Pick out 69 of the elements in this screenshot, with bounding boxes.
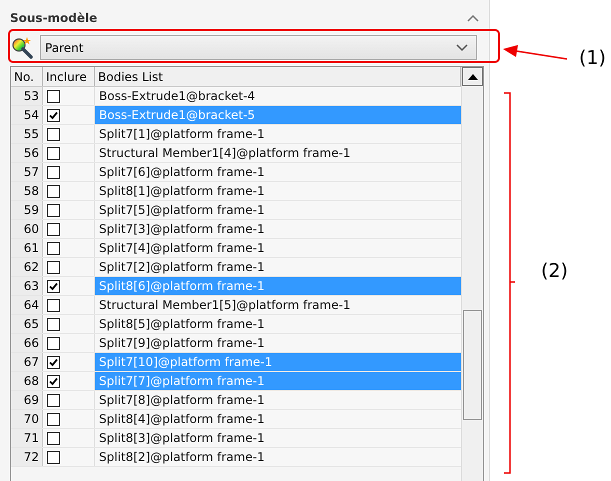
include-checkbox[interactable]	[47, 356, 60, 368]
row-number: 56	[11, 144, 43, 162]
column-header[interactable]: Inclure	[43, 67, 95, 86]
row-number: 69	[11, 391, 43, 409]
chevron-down-icon	[456, 44, 468, 52]
body-name-cell[interactable]: Structural Member1[5]@platform frame-1	[95, 296, 461, 314]
collapse-caret-icon[interactable]	[467, 14, 479, 22]
column-header[interactable]: Bodies List	[95, 67, 461, 86]
row-number: 66	[11, 334, 43, 352]
row-number: 59	[11, 201, 43, 219]
row-number: 57	[11, 163, 43, 181]
include-checkbox[interactable]	[47, 450, 60, 464]
body-name-cell[interactable]: Split7[8]@platform frame-1	[95, 391, 461, 409]
column-header[interactable]: No.	[11, 67, 43, 86]
triangle-up-icon	[468, 74, 478, 80]
body-name-cell[interactable]: Split8[1]@platform frame-1	[95, 182, 461, 200]
callout-label: (1)	[579, 47, 606, 69]
include-checkbox[interactable]	[47, 242, 60, 254]
row-number: 61	[11, 239, 43, 257]
body-name-cell[interactable]: Split8[4]@platform frame-1	[95, 410, 461, 428]
include-checkbox[interactable]	[47, 280, 60, 292]
body-name-cell[interactable]: Structural Member1[4]@platform frame-1	[95, 144, 461, 162]
body-name-cell[interactable]: Boss-Extrude1@bracket-4	[95, 87, 461, 105]
include-checkbox[interactable]	[47, 108, 60, 122]
row-number: 63	[11, 277, 43, 295]
body-name-cell[interactable]: Split8[5]@platform frame-1	[95, 315, 461, 333]
magnifier-icon	[10, 36, 34, 60]
body-name-cell[interactable]: Split7[3]@platform frame-1	[95, 220, 461, 238]
include-checkbox[interactable]	[47, 412, 60, 426]
row-number: 67	[11, 353, 43, 371]
include-checkbox[interactable]	[47, 90, 60, 102]
body-name-cell[interactable]: Split8[3]@platform frame-1	[95, 429, 461, 447]
body-name-cell[interactable]: Split7[9]@platform frame-1	[95, 334, 461, 352]
include-checkbox[interactable]	[47, 146, 60, 160]
include-checkbox[interactable]	[47, 128, 60, 140]
include-checkbox[interactable]	[47, 432, 60, 444]
include-checkbox[interactable]	[47, 394, 60, 406]
row-number: 70	[11, 410, 43, 428]
include-checkbox[interactable]	[47, 222, 60, 236]
panel-title: Sous-modèle	[10, 11, 98, 25]
row-number: 72	[11, 448, 43, 466]
body-name-cell[interactable]: Split7[6]@platform frame-1	[95, 163, 461, 181]
row-number: 60	[11, 220, 43, 238]
body-name-cell[interactable]: Split7[4]@platform frame-1	[95, 239, 461, 257]
include-checkbox[interactable]	[47, 374, 60, 388]
row-number: 64	[11, 296, 43, 314]
row-number: 58	[11, 182, 43, 200]
include-checkbox[interactable]	[47, 166, 60, 178]
row-number: 65	[11, 315, 43, 333]
include-checkbox[interactable]	[47, 260, 60, 274]
row-number: 53	[11, 87, 43, 105]
include-checkbox[interactable]	[47, 184, 60, 198]
row-number: 71	[11, 429, 43, 447]
include-checkbox[interactable]	[47, 318, 60, 330]
row-number: 68	[11, 372, 43, 390]
body-name-cell[interactable]: Split7[1]@platform frame-1	[95, 125, 461, 143]
row-number: 62	[11, 258, 43, 276]
row-number: 55	[11, 125, 43, 143]
body-name-cell[interactable]: Split7[5]@platform frame-1	[95, 201, 461, 219]
callout-label: (2)	[541, 260, 568, 282]
scroll-up-button[interactable]	[462, 67, 483, 86]
scrollbar-thumb[interactable]	[463, 310, 482, 420]
body-name-cell[interactable]: Split7[2]@platform frame-1	[95, 258, 461, 276]
include-checkbox[interactable]	[47, 298, 60, 312]
body-name-cell[interactable]: Split8[2]@platform frame-1	[95, 448, 461, 466]
row-number: 54	[11, 106, 43, 124]
include-checkbox[interactable]	[47, 336, 60, 350]
parent-dropdown[interactable]: Parent	[40, 35, 477, 60]
include-checkbox[interactable]	[47, 204, 60, 216]
